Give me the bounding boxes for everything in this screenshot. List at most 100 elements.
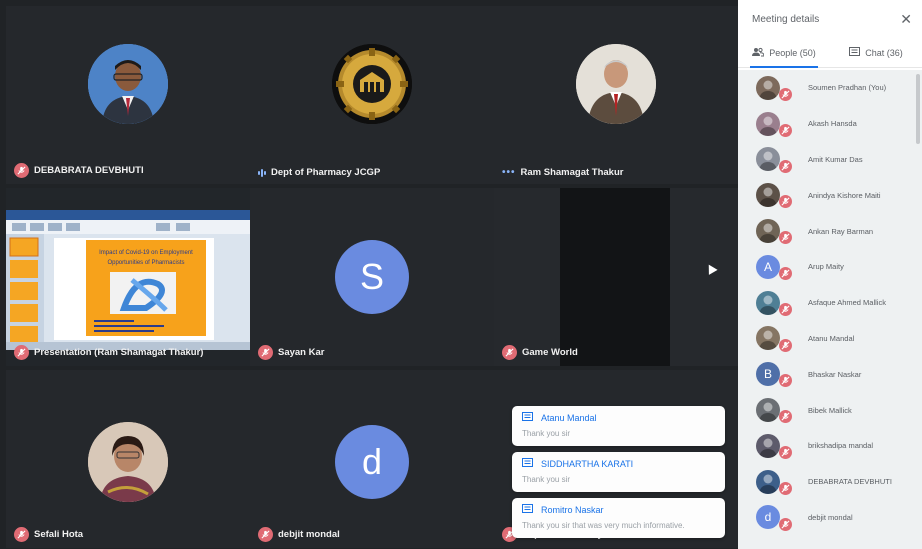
chat-icon bbox=[522, 412, 533, 424]
avatar bbox=[756, 326, 780, 351]
participant-list-item[interactable]: Amit Kumar Das bbox=[738, 142, 922, 178]
participant-tile[interactable]: DEBABRATA DEVBHUTI bbox=[6, 6, 250, 184]
shared-screen: Impact of Covid-19 on Employment Opportu… bbox=[6, 210, 250, 350]
participant-list-item[interactable]: Asfaque Ahmed Mallick bbox=[738, 285, 922, 321]
participant-list-name: Asfaque Ahmed Mallick bbox=[808, 298, 886, 308]
participant-name-row: Presentation (Ram Shamagat Thakur) bbox=[14, 345, 203, 360]
svg-text:Impact of Covid-19 on Employme: Impact of Covid-19 on Employment bbox=[99, 250, 193, 256]
mic-off-icon bbox=[779, 266, 792, 280]
chat-icon bbox=[849, 46, 861, 59]
participant-list-item[interactable]: A Arup Maity bbox=[738, 249, 922, 285]
participant-list-name: Bibek Mallick bbox=[808, 405, 852, 415]
mic-off-icon bbox=[258, 527, 273, 542]
participant-list-name: Bhaskar Naskar bbox=[808, 369, 862, 379]
participant-list-name: Arup Maity bbox=[808, 262, 844, 272]
chat-icon bbox=[522, 504, 533, 516]
mic-off-icon bbox=[779, 159, 792, 173]
avatar bbox=[756, 219, 780, 244]
presentation-tile[interactable]: Impact of Covid-19 on Employment Opportu… bbox=[6, 188, 250, 366]
participant-list-name: Anindya Kishore Maiti bbox=[808, 190, 881, 200]
mic-off-icon bbox=[779, 374, 792, 388]
participant-list-item[interactable]: Ankan Ray Barman bbox=[738, 213, 922, 249]
participant-list-item[interactable]: Bibek Mallick bbox=[738, 392, 922, 428]
people-list: Soumen Pradhan (You) Akash Hansda Amit Kum… bbox=[738, 70, 922, 549]
avatar: d bbox=[335, 425, 409, 499]
mouse-cursor-icon bbox=[704, 262, 718, 275]
tab-chat-label: Chat (36) bbox=[865, 47, 903, 58]
participant-photo bbox=[576, 44, 656, 124]
participant-name: DEBABRATA DEVBHUTI bbox=[34, 165, 144, 176]
mic-off-icon bbox=[779, 195, 792, 209]
participant-list-item[interactable]: d debjit mondal bbox=[738, 500, 922, 536]
participant-photo bbox=[88, 422, 168, 502]
participant-list-item[interactable]: Anindya Kishore Maiti bbox=[738, 177, 922, 213]
scrollbar[interactable] bbox=[916, 74, 920, 144]
avatar bbox=[756, 398, 780, 423]
tab-people[interactable]: People (50) bbox=[738, 38, 830, 68]
participant-list-name: debjit mondal bbox=[808, 512, 853, 522]
participant-tile[interactable]: ••• Ram Shamagat Thakur bbox=[494, 6, 738, 184]
participant-list-item[interactable]: DEBABRATA DEVBHUTI bbox=[738, 464, 922, 500]
chat-sender: SIDDHARTHA KARATI bbox=[541, 459, 634, 469]
participant-name: Ram Shamagat Thakur bbox=[520, 167, 624, 178]
participant-name-row: ••• Ram Shamagat Thakur bbox=[502, 167, 623, 178]
avatar: B bbox=[756, 362, 780, 387]
participant-video bbox=[560, 188, 670, 366]
avatar bbox=[756, 433, 780, 458]
chat-toast[interactable]: Atanu Mandal Thank you sir bbox=[512, 406, 725, 446]
chat-toast[interactable]: SIDDHARTHA KARATI Thank you sir bbox=[512, 452, 725, 492]
participant-name: Game World bbox=[522, 347, 578, 358]
video-grid: DEBABRATA DEVBHUTI Dept of Pharmacy JCGP… bbox=[0, 0, 738, 549]
participant-name-row: Game World bbox=[502, 345, 578, 360]
participant-list-item[interactable]: brikshadipa mandal bbox=[738, 428, 922, 464]
mic-off-icon bbox=[779, 410, 792, 424]
participant-name-row: DEBABRATA DEVBHUTI bbox=[14, 163, 144, 178]
speaking-indicator-icon bbox=[258, 168, 266, 177]
participant-name: Sefali Hota bbox=[34, 529, 84, 540]
mic-off-icon bbox=[779, 123, 792, 137]
chat-sender: Atanu Mandal bbox=[541, 413, 597, 423]
participant-list-item[interactable]: Atanu Mandal bbox=[738, 321, 922, 357]
participant-name-row: Sayan Kar bbox=[258, 345, 324, 360]
participant-tile[interactable]: d debjit mondal bbox=[250, 370, 494, 548]
tab-people-label: People (50) bbox=[769, 47, 816, 58]
panel-header: Meeting details ✕ bbox=[738, 0, 922, 38]
avatar: A bbox=[756, 254, 780, 279]
panel-title: Meeting details bbox=[752, 13, 820, 25]
participant-name-row: Dept of Pharmacy JCGP bbox=[258, 167, 380, 178]
mic-off-icon bbox=[14, 345, 29, 360]
avatar: d bbox=[756, 505, 780, 530]
participant-tile[interactable]: Dept of Pharmacy JCGP bbox=[250, 6, 494, 184]
mic-off-icon bbox=[14, 527, 29, 542]
participant-name: Dept of Pharmacy JCGP bbox=[271, 167, 381, 178]
mic-off-icon bbox=[258, 345, 273, 360]
mic-off-icon bbox=[779, 88, 792, 101]
participant-name-row: Sefali Hota bbox=[14, 527, 83, 542]
participant-list-name: DEBABRATA DEVBHUTI bbox=[808, 477, 892, 487]
tab-chat[interactable]: Chat (36) bbox=[830, 38, 922, 67]
participant-name: Presentation (Ram Shamagat Thakur) bbox=[34, 347, 204, 358]
institution-logo bbox=[332, 44, 412, 124]
avatar bbox=[756, 75, 780, 100]
participant-list-item[interactable]: Akash Hansda bbox=[738, 106, 922, 142]
participant-list-name: Atanu Mandal bbox=[808, 333, 855, 343]
close-icon[interactable]: ✕ bbox=[900, 11, 912, 28]
participant-list-item[interactable]: B Bhaskar Naskar bbox=[738, 356, 922, 392]
participant-tile[interactable]: S Sayan Kar bbox=[250, 188, 494, 366]
avatar bbox=[756, 147, 780, 172]
mic-off-icon bbox=[779, 231, 792, 245]
participant-list-item[interactable]: Soumen Pradhan (You) bbox=[738, 70, 922, 106]
avatar: S bbox=[335, 240, 409, 314]
participant-photo bbox=[88, 44, 168, 124]
participant-list-name: Amit Kumar Das bbox=[808, 154, 863, 164]
mic-off-icon bbox=[779, 302, 792, 316]
mic-off-icon bbox=[779, 481, 792, 495]
avatar bbox=[756, 290, 780, 315]
people-icon bbox=[752, 47, 765, 59]
meeting-details-panel: Meeting details ✕ People (50) Chat (36) … bbox=[738, 0, 922, 549]
participant-tile[interactable]: Sefali Hota bbox=[6, 370, 250, 548]
participant-tile[interactable]: Game World bbox=[494, 188, 738, 366]
chat-toast[interactable]: Romitro Naskar Thank you sir that was ve… bbox=[512, 498, 725, 538]
chat-message: Thank you sir bbox=[522, 475, 571, 484]
participant-list-name: brikshadipa mandal bbox=[808, 441, 874, 451]
